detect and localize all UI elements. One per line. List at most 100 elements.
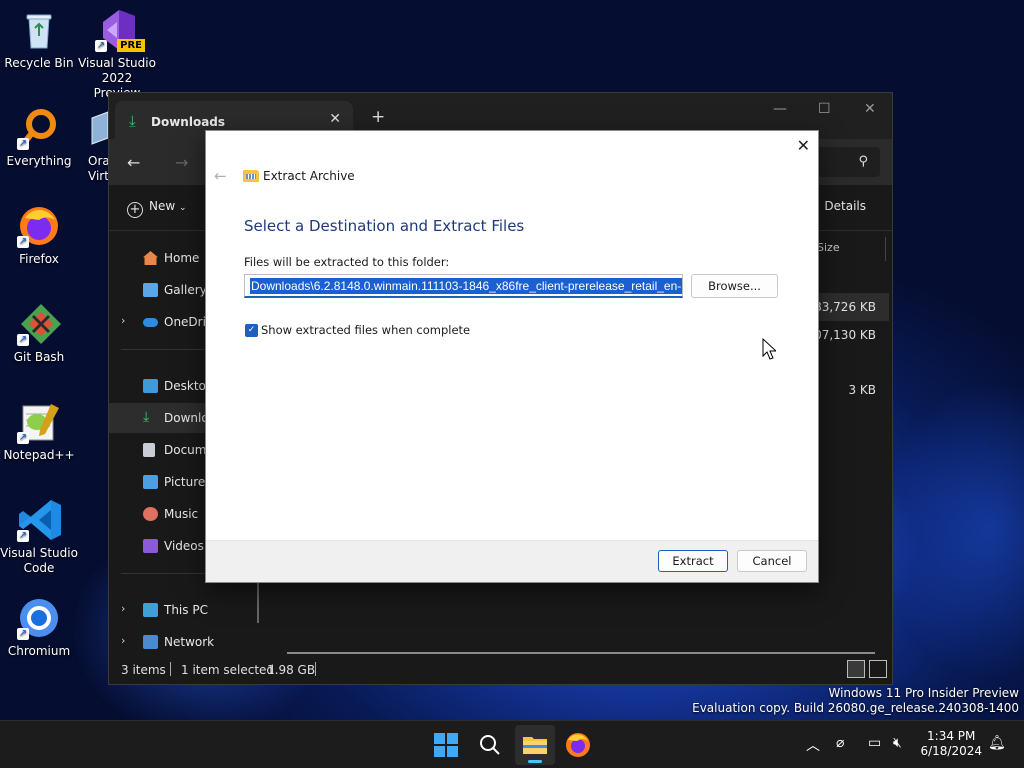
status-divider — [315, 662, 316, 676]
horizontal-scrollbar[interactable] — [287, 652, 875, 654]
volume-muted-icon[interactable]: 🔇︎ — [893, 735, 902, 751]
this-pc-icon — [143, 603, 158, 617]
download-icon: ⤓ — [129, 112, 136, 130]
taskbar-search-button[interactable] — [470, 725, 510, 765]
sidebar-item-network[interactable]: › Network — [109, 627, 267, 657]
git-bash-icon: ↗ — [17, 302, 61, 346]
desktop-icon-partial-oracle-virtualbox[interactable]: Ora Virt — [84, 106, 110, 184]
desktop-icon-git-bash[interactable]: ↗ Git Bash — [0, 302, 79, 365]
clock-time: 1:34 PM — [927, 729, 976, 743]
show-files-checkbox[interactable]: ✓ — [245, 324, 258, 337]
plus-circle-icon: + — [127, 202, 143, 218]
firefox-icon: ↗ — [17, 204, 61, 248]
show-hidden-icons-chevron[interactable]: ︿ — [806, 735, 820, 755]
network-disconnected-icon[interactable]: ⌀ — [836, 735, 844, 751]
taskbar-firefox[interactable] — [558, 725, 598, 765]
network-icon — [143, 635, 158, 649]
back-arrow-icon[interactable]: ← — [127, 153, 140, 172]
status-divider — [170, 662, 171, 676]
new-tab-button[interactable]: + — [371, 107, 385, 127]
desktop-icon-visual-studio-2022-preview[interactable]: PRE ↗ Visual Studio 2022 Preview — [77, 8, 157, 101]
sidebar-item-label: Home — [164, 251, 200, 265]
desktop-icon-label: Git Bash — [13, 350, 65, 364]
desktop-icon-visual-studio-code[interactable]: ↗ Visual Studio Code — [0, 498, 79, 576]
recycle-bin-icon — [17, 8, 61, 52]
desktop-icon-recycle-bin[interactable]: Recycle Bin — [0, 8, 79, 71]
documents-icon — [143, 443, 155, 457]
details-button[interactable]: ▯Details — [812, 199, 866, 213]
display-icon[interactable]: ▭ — [868, 735, 881, 751]
gallery-icon — [143, 283, 158, 297]
tab-title: Downloads — [151, 115, 226, 129]
start-button[interactable] — [426, 725, 466, 765]
new-button[interactable]: + New ⌄ — [127, 199, 187, 218]
taskbar: ︿ ⌀ ▭ 🔇︎ 1:34 PM 6/18/2024 🔔︎ — [0, 720, 1024, 768]
maximize-button[interactable]: ☐ — [818, 101, 831, 117]
close-window-button[interactable]: ✕ — [864, 101, 876, 117]
sidebar-item-label: Gallery — [164, 283, 207, 297]
show-files-checkbox-label[interactable]: Show extracted files when complete — [261, 323, 470, 337]
onedrive-cloud-icon — [143, 318, 158, 327]
watermark-line-1: Windows 11 Pro Insider Preview — [828, 686, 1019, 700]
home-icon — [143, 251, 158, 265]
close-tab-icon[interactable]: ✕ — [329, 111, 341, 127]
dialog-footer: Extract Cancel — [206, 540, 818, 582]
active-app-indicator — [528, 760, 542, 763]
status-bar: 3 items 1 item selected 1.98 GB — [109, 656, 892, 684]
item-count: 3 items — [121, 663, 166, 677]
chromium-icon: ↗ — [17, 596, 61, 640]
close-dialog-button[interactable]: ✕ — [797, 136, 810, 155]
shortcut-arrow-icon: ↗ — [17, 138, 29, 150]
chevron-right-icon[interactable]: › — [121, 314, 125, 327]
dialog-title: Extract Archive — [263, 169, 355, 183]
desktop-icon-notepad-plus-plus[interactable]: ↗ Notepad++ — [0, 400, 79, 463]
zip-folder-icon — [243, 170, 259, 182]
forward-arrow-icon[interactable]: → — [175, 153, 188, 172]
file-explorer-icon — [523, 737, 547, 754]
desktop-icon-label: Ora Virt — [88, 154, 110, 183]
column-header-size[interactable]: Size — [817, 241, 840, 254]
details-view-button[interactable] — [847, 660, 865, 678]
everything-search-icon: ↗ — [17, 106, 61, 150]
desktop-icon-label: Firefox — [19, 252, 59, 266]
sidebar-item-this-pc[interactable]: › This PC — [109, 595, 267, 625]
taskbar-file-explorer[interactable] — [515, 725, 555, 765]
watermark-line-2: Evaluation copy. Build 26080.ge_release.… — [692, 701, 1019, 715]
notification-bell-icon[interactable]: 🔔︎ — [988, 735, 1006, 751]
shortcut-arrow-icon: ↗ — [17, 236, 29, 248]
virtualbox-icon — [88, 106, 110, 150]
desktop-icon-chromium[interactable]: ↗ Chromium — [0, 596, 79, 659]
desktop: Recycle Bin PRE ↗ Visual Studio 2022 Pre… — [0, 0, 1024, 720]
chevron-right-icon[interactable]: › — [121, 602, 125, 615]
music-icon — [143, 507, 158, 521]
desktop-folder-icon — [143, 379, 158, 393]
sidebar-item-label: Videos — [164, 539, 204, 553]
vscode-icon: ↗ — [17, 498, 61, 542]
tiles-view-button[interactable] — [869, 660, 887, 678]
minimize-button[interactable]: — — [773, 101, 787, 117]
extract-button[interactable]: Extract — [658, 550, 728, 572]
destination-path-input[interactable]: Downloads\6.2.8148.0.winmain.111103-1846… — [244, 274, 683, 298]
sidebar-item-label: This PC — [164, 603, 208, 617]
desktop-icon-label: Recycle Bin — [4, 56, 74, 70]
desktop-icon-firefox[interactable]: ↗ Firefox — [0, 204, 79, 267]
windows-logo-icon — [434, 733, 458, 757]
taskbar-clock[interactable]: 1:34 PM 6/18/2024 — [920, 729, 982, 759]
shortcut-arrow-icon: ↗ — [17, 628, 29, 640]
cancel-button[interactable]: Cancel — [737, 550, 807, 572]
firefox-icon — [566, 733, 590, 757]
chevron-right-icon[interactable]: › — [121, 634, 125, 647]
desktop-icon-everything[interactable]: ↗ Everything — [0, 106, 79, 169]
desktop-icon-label: Notepad++ — [3, 448, 75, 462]
shortcut-arrow-icon: ↗ — [95, 40, 107, 52]
notepad-plus-plus-icon: ↗ — [17, 400, 61, 444]
file-size: 3 KB — [848, 383, 876, 397]
new-button-label: New — [149, 199, 176, 213]
back-arrow-icon[interactable]: ← — [214, 167, 227, 185]
destination-label: Files will be extracted to this folder: — [244, 255, 450, 269]
column-divider[interactable] — [885, 237, 886, 261]
selection-size: 1.98 GB — [267, 663, 316, 677]
chevron-down-icon: ⌄ — [179, 203, 187, 213]
sidebar-scrollbar[interactable] — [257, 583, 259, 623]
browse-button[interactable]: Browse... — [691, 274, 778, 298]
